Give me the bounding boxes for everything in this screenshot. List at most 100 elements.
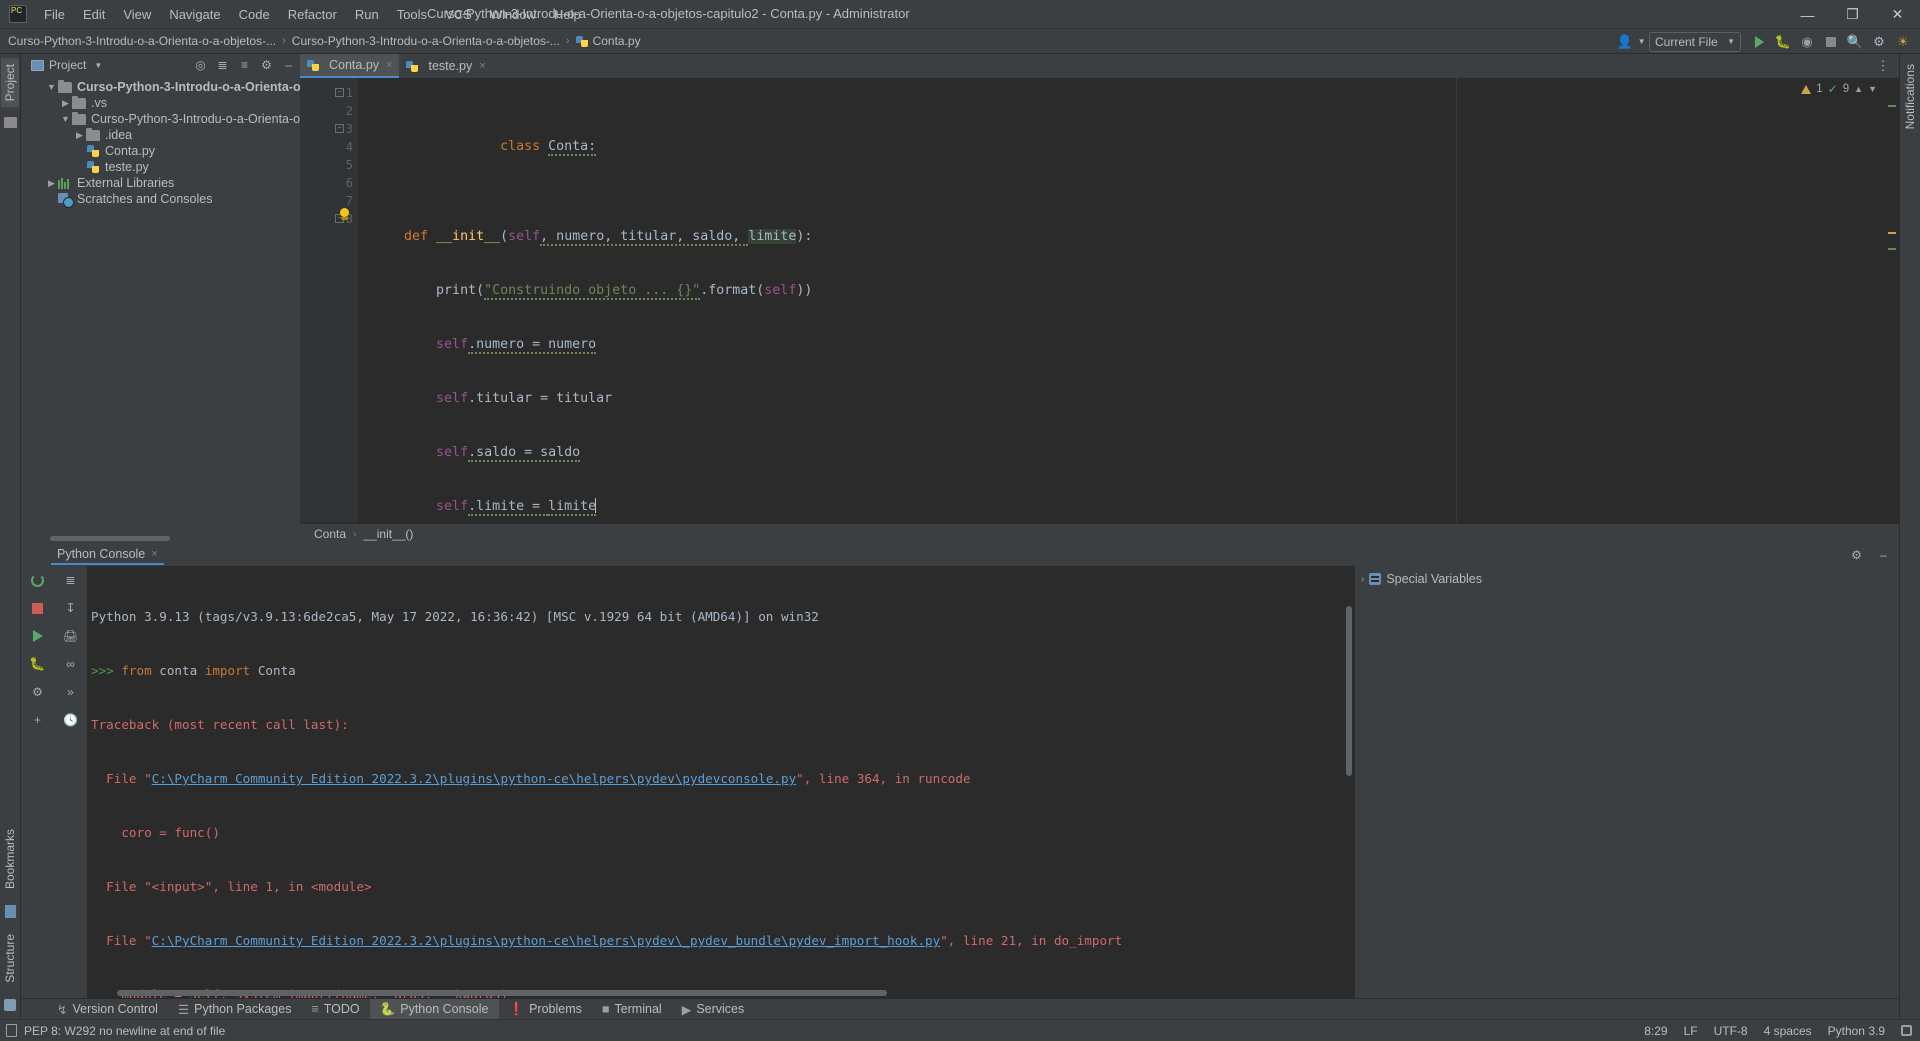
menu-code[interactable]: Code [230, 3, 279, 26]
add-icon[interactable]: + [30, 712, 46, 728]
console-file-link[interactable]: C:\PyCharm Community Edition 2022.3.2\pl… [152, 771, 796, 786]
expand-all-icon[interactable]: ≡ [237, 58, 252, 73]
special-variables-header[interactable]: › Special Variables [1355, 572, 1899, 586]
editor-tab-teste-py[interactable]: teste.py × [399, 54, 492, 78]
execute-icon[interactable] [30, 628, 46, 644]
navbar-crumb-file[interactable]: Conta.py [575, 34, 641, 48]
gear-icon[interactable]: ⚙ [30, 684, 46, 700]
console-vertical-scrollbar[interactable] [1346, 606, 1352, 776]
lock-icon[interactable] [1901, 1025, 1912, 1036]
tree-item-project-root[interactable]: ▼ Curso-Python-3-Introdu-o-a-Orienta-o-a… [21, 79, 300, 95]
gear-icon[interactable]: ⚙ [1849, 548, 1864, 563]
editor-gutter[interactable]: 1 2 3 4 5 6 7 8 − − − [300, 78, 358, 523]
navbar-crumb-module[interactable]: Curso-Python-3-Introdu-o-a-Orienta-o-a-o… [292, 34, 576, 48]
run-configuration-selector[interactable]: Current File ▼ [1649, 31, 1741, 52]
gear-icon[interactable]: ⚙ [259, 58, 274, 73]
toolwindow-python-packages[interactable]: ☰ Python Packages [168, 999, 302, 1020]
tree-item-teste-py[interactable]: ▶ teste.py [21, 159, 300, 175]
search-icon[interactable]: 🔍 [1844, 31, 1866, 53]
toolwindow-problems[interactable]: ❗ Problems [499, 999, 592, 1020]
minimize-icon[interactable]: — [1785, 0, 1830, 29]
stop-icon[interactable] [1820, 31, 1842, 53]
menu-edit[interactable]: Edit [74, 3, 114, 26]
sidebar-tab-structure[interactable]: Structure [1, 928, 19, 989]
tree-item-idea[interactable]: ▶ .idea [21, 127, 300, 143]
chevron-down-icon[interactable]: ▼ [45, 82, 58, 92]
target-icon[interactable]: ◎ [193, 58, 208, 73]
debug-icon[interactable]: 🐛 [29, 656, 45, 672]
line-separator[interactable]: LF [1684, 1024, 1698, 1038]
navbar-crumb-project[interactable]: Curso-Python-3-Introdu-o-a-Orienta-o-a-o… [8, 34, 292, 48]
inspection-widget[interactable]: 1 ✓ 9 ▲ ▼ [1801, 82, 1877, 96]
menu-navigate[interactable]: Navigate [160, 3, 229, 26]
close-icon[interactable]: × [386, 59, 392, 71]
ai-assistant-icon[interactable]: ☀ [1892, 31, 1914, 53]
intention-bulb-icon[interactable] [338, 208, 350, 221]
hide-icon[interactable]: – [281, 58, 296, 73]
project-horizontal-scrollbar[interactable] [24, 533, 297, 542]
console-horizontal-scrollbar[interactable] [117, 990, 887, 996]
debug-icon[interactable]: 🐛 [1772, 31, 1794, 53]
chevron-right-icon[interactable]: ▶ [59, 98, 72, 109]
link-icon[interactable]: ∞ [63, 656, 79, 672]
gear-icon[interactable]: ⚙ [1868, 31, 1890, 53]
stop-icon[interactable] [30, 600, 46, 616]
tree-item-vs[interactable]: ▶ .vs [21, 95, 300, 111]
tree-item-external-libraries[interactable]: ▶ External Libraries [21, 175, 300, 191]
file-encoding[interactable]: UTF-8 [1714, 1024, 1748, 1038]
sidebar-tab-bookmarks[interactable]: Bookmarks [1, 823, 19, 895]
more-options-icon[interactable]: ⋮ [1872, 55, 1894, 77]
toolwindow-version-control[interactable]: ↯ Version Control [47, 999, 168, 1020]
caret-position[interactable]: 8:29 [1644, 1024, 1667, 1038]
menu-view[interactable]: View [114, 3, 160, 26]
breadcrumb-method[interactable]: __init__() [363, 527, 413, 541]
code-fold-method-icon[interactable]: − [335, 124, 344, 133]
collapse-all-icon[interactable]: ≣ [215, 58, 230, 73]
rerun-icon[interactable] [30, 572, 46, 588]
console-file-link[interactable]: C:\PyCharm Community Edition 2022.3.2\pl… [152, 933, 941, 948]
expand-icon[interactable]: » [63, 684, 79, 700]
print-icon[interactable]: 🖨 [63, 628, 79, 644]
pycharm-logo-icon [9, 5, 27, 23]
scroll-to-end-icon[interactable]: ↧ [63, 600, 79, 616]
console-tab-python-console[interactable]: Python Console × [51, 545, 164, 565]
editor-tab-conta-py[interactable]: Conta.py × [300, 54, 400, 78]
toolwindow-services[interactable]: ▶ Services [672, 999, 755, 1020]
chevron-up-icon[interactable]: ▲ [1854, 84, 1863, 94]
soft-wrap-icon[interactable]: ≣ [63, 572, 79, 588]
tree-item-conta-py[interactable]: ▶ Conta.py [21, 143, 300, 159]
toolwindow-python-console[interactable]: 🐍 Python Console [369, 998, 499, 1020]
close-icon[interactable]: ✕ [1875, 0, 1920, 29]
chevron-down-icon[interactable]: ▼ [94, 61, 102, 70]
editor-body[interactable]: 1 2 3 4 5 6 7 8 − − − class Conta: def _… [300, 78, 1899, 523]
close-icon[interactable]: × [479, 60, 485, 72]
console-output[interactable]: Python 3.9.13 (tags/v3.9.13:6de2ca5, May… [87, 566, 1354, 998]
close-icon[interactable]: × [151, 548, 157, 560]
hide-icon[interactable]: – [1876, 548, 1891, 563]
menu-run[interactable]: Run [346, 3, 388, 26]
tree-item-scratches[interactable]: ▶ Scratches and Consoles [21, 191, 300, 208]
user-avatar-icon[interactable]: 👤 ▼ [1616, 31, 1645, 53]
chevron-right-icon[interactable]: ▶ [45, 178, 58, 189]
toolwindow-todo[interactable]: ≡ TODO [301, 999, 369, 1020]
run-with-coverage-icon[interactable]: ◉ [1796, 31, 1818, 53]
chevron-right-icon[interactable]: › [1361, 574, 1364, 585]
chevron-down-icon[interactable]: ▼ [59, 114, 72, 124]
menu-refactor[interactable]: Refactor [279, 3, 346, 26]
python-interpreter[interactable]: Python 3.9 [1828, 1024, 1885, 1038]
code-fold-class-icon[interactable]: − [335, 88, 344, 97]
run-icon[interactable] [1748, 31, 1770, 53]
chevron-right-icon[interactable]: ▶ [73, 130, 86, 141]
indent-setting[interactable]: 4 spaces [1764, 1024, 1812, 1038]
error-stripe[interactable] [1888, 102, 1896, 523]
code-content[interactable]: class Conta: def __init__(self, numero, … [358, 78, 1899, 523]
tree-item-module[interactable]: ▼ Curso-Python-3-Introdu-o-a-Orienta-o-a… [21, 111, 300, 127]
sidebar-tab-project[interactable]: Project [1, 58, 19, 108]
sidebar-tab-notifications[interactable]: Notifications [1901, 58, 1919, 135]
history-icon[interactable]: 🕓 [63, 712, 79, 728]
maximize-icon[interactable]: ❐ [1830, 0, 1875, 29]
menu-file[interactable]: File [35, 3, 74, 26]
chevron-down-icon[interactable]: ▼ [1868, 84, 1877, 94]
toolwindow-terminal[interactable]: ■ Terminal [592, 999, 672, 1020]
breadcrumb-class[interactable]: Conta [314, 527, 346, 541]
